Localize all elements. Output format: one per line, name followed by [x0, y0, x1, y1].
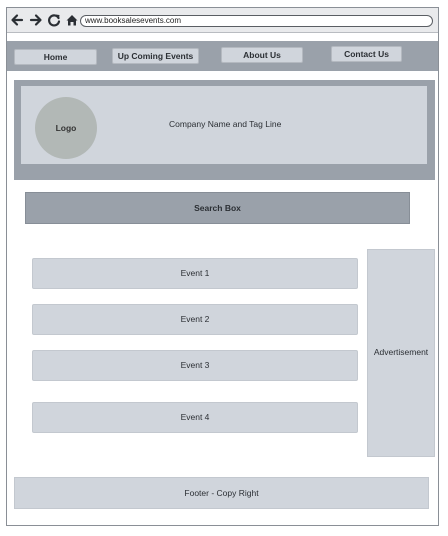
nav-bar: Home Up Coming Events About Us Contact U… — [7, 41, 438, 71]
home-icon[interactable] — [64, 12, 80, 28]
footer: Footer - Copy Right — [14, 477, 429, 509]
search-box[interactable]: Search Box — [25, 192, 410, 224]
nav-home-button[interactable]: Home — [14, 49, 97, 65]
company-tagline: Company Name and Tag Line — [169, 119, 282, 129]
browser-toolbar: www.booksalesevents.com — [7, 8, 438, 33]
address-bar[interactable]: www.booksalesevents.com — [80, 15, 433, 27]
event-item[interactable]: Event 2 — [32, 304, 358, 335]
header-banner: Logo Company Name and Tag Line — [14, 80, 435, 180]
browser-window: www.booksalesevents.com Home Up Coming E… — [6, 7, 439, 526]
nav-about-us-button[interactable]: About Us — [221, 47, 303, 63]
logo[interactable]: Logo — [35, 97, 97, 159]
advertisement-panel[interactable]: Advertisement — [367, 249, 435, 457]
header-panel: Logo Company Name and Tag Line — [21, 86, 427, 164]
nav-upcoming-events-button[interactable]: Up Coming Events — [112, 48, 199, 64]
nav-contact-us-button[interactable]: Contact Us — [331, 46, 402, 62]
refresh-icon[interactable] — [46, 12, 62, 28]
event-item[interactable]: Event 4 — [32, 402, 358, 433]
event-item[interactable]: Event 1 — [32, 258, 358, 289]
back-arrow-icon[interactable] — [9, 12, 25, 28]
forward-arrow-icon[interactable] — [28, 12, 44, 28]
event-item[interactable]: Event 3 — [32, 350, 358, 381]
